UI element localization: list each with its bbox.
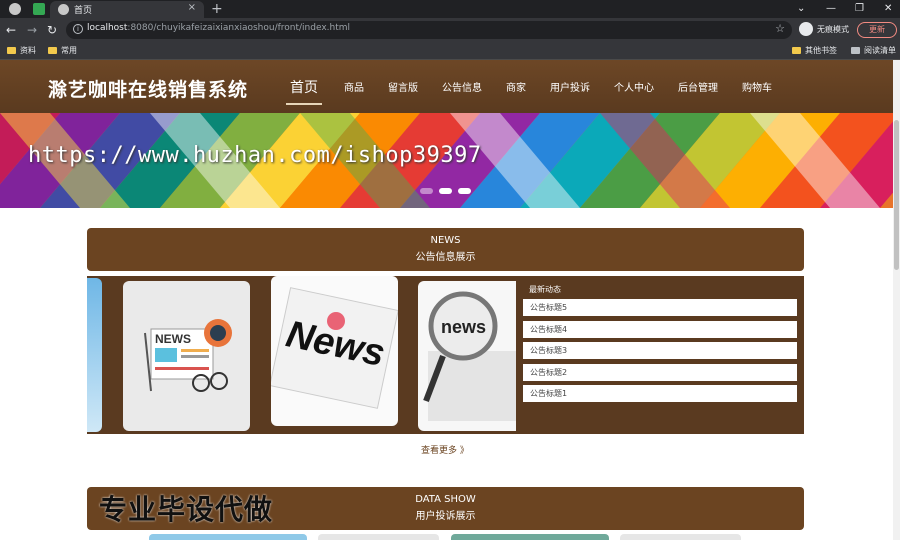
url-path: :8080/chuyikafeizaixianxiaoshou/front/in… [127,23,351,33]
nav-item-messages[interactable]: 留言版 [376,79,430,94]
newspaper-icon: News [271,287,398,409]
sheets-tab-icon[interactable] [33,3,45,15]
restore-button[interactable]: ❐ [855,0,864,18]
address-bar-row: ← → ↻ i localhost:8080/chuyikafeizaixian… [0,18,900,42]
reload-button[interactable]: ↻ [47,22,57,38]
news-card[interactable]: news [418,281,516,431]
site-info-icon[interactable]: i [73,24,83,34]
complaint-card[interactable] [620,534,741,540]
nav-item-merchants[interactable]: 商家 [494,79,538,94]
latest-news-title: 最新动态 [529,285,561,294]
reading-list-icon [851,47,860,54]
carousel-dot[interactable] [458,188,471,194]
news-section-header: NEWS 公告信息展示 [87,228,804,271]
folder-icon [7,47,16,54]
section-title-cn: 公告信息展示 [415,252,476,263]
tab-title: 首页 [74,6,93,16]
banner-watermark: https://www.huzhan.com/ishop39397 [28,143,482,168]
site-logo[interactable]: 滁艺咖啡在线销售系统 [48,75,248,102]
bookmark-folder-1[interactable]: 资料 [7,45,36,57]
bookmark-label: 资料 [20,46,36,55]
site-header: 滁艺咖啡在线销售系统 首页 商品 留言版 公告信息 商家 用户投诉 个人中心 后… [0,60,893,113]
card-caption: news [441,317,486,337]
nav-item-admin[interactable]: 后台管理 [666,79,730,94]
latest-news-item[interactable]: 公告标题5 [523,299,797,316]
latest-news-item[interactable]: 公告标题1 [523,385,797,402]
bookmark-label: 其他书签 [805,46,837,55]
bookmark-folder-2[interactable]: 常用 [48,45,77,57]
main-nav: 首页 商品 留言版 公告信息 商家 用户投诉 个人中心 后台管理 购物车 [276,60,784,113]
url-host: localhost [87,23,128,33]
active-tab[interactable]: 首页 × [50,1,204,18]
latest-news-item[interactable]: 公告标题4 [523,320,797,338]
nav-item-cart[interactable]: 购物车 [730,79,784,94]
page-viewport: 滁艺咖啡在线销售系统 首页 商品 留言版 公告信息 商家 用户投诉 个人中心 后… [0,60,893,540]
hero-banner[interactable]: https://www.huzhan.com/ishop39397 [0,113,893,208]
carousel-dot[interactable] [439,188,452,194]
minimize-button[interactable]: — [826,0,836,18]
back-button[interactable]: ← [6,22,16,38]
globe-icon[interactable] [9,3,21,15]
new-tab-button[interactable]: + [211,0,223,18]
news-illustration-icon: NEWS [144,319,232,392]
browser-tab-bar: 首页 × + ⌄ — ❐ ✕ [0,0,900,18]
update-button[interactable]: 更新 [857,22,897,38]
view-more-link[interactable]: 查看更多 》 [421,443,469,456]
globe-icon [58,4,69,15]
bookmark-label: 阅读清单 [864,46,896,55]
bookmarks-bar: 资料 常用 其他书签 阅读清单 [0,42,900,60]
latest-news-item[interactable]: 公告标题2 [523,363,797,381]
news-card[interactable]: News [271,276,398,426]
folder-icon [48,47,57,54]
close-window-button[interactable]: ✕ [884,0,892,18]
forward-button[interactable]: → [27,22,37,38]
nav-item-home[interactable]: 首页 [276,77,332,105]
reading-list[interactable]: 阅读清单 [851,45,896,57]
incognito-icon[interactable] [799,22,813,36]
news-carousel: NEWS News news 最新动态 公告标题5 公告标题4 公告标题3 公告… [87,276,804,434]
card-caption: NEWS [155,332,191,346]
latest-news-panel: 最新动态 公告标题5 公告标题4 公告标题3 公告标题2 公告标题1 [523,284,797,407]
incognito-label: 无痕模式 [817,25,849,34]
url-input[interactable]: i localhost:8080/chuyikafeizaixianxiaosh… [66,21,792,39]
scrollbar-thumb[interactable] [894,120,899,270]
bookmark-star-icon[interactable]: ☆ [775,22,785,35]
section-title-en: NEWS [430,235,461,246]
page-scrollbar[interactable] [893,60,900,540]
news-card-partial[interactable] [87,278,102,432]
carousel-dot[interactable] [420,188,433,194]
nav-item-products[interactable]: 商品 [332,79,376,94]
nav-item-complaints[interactable]: 用户投诉 [538,79,602,94]
other-bookmarks[interactable]: 其他书签 [792,45,837,57]
folder-icon [792,47,801,54]
complaint-card[interactable] [318,534,439,540]
bookmark-label: 常用 [61,46,77,55]
magnifier-news-icon: news [423,291,516,421]
tab-search-icon[interactable]: ⌄ [797,0,805,18]
nav-item-announcements[interactable]: 公告信息 [430,79,494,94]
latest-news-item[interactable]: 公告标题3 [523,342,797,359]
promo-overlay-text: 专业毕设代做 [99,493,274,526]
carousel-dots [420,188,471,194]
news-card[interactable]: NEWS [123,281,250,431]
complaint-card[interactable] [451,534,609,540]
nav-item-profile[interactable]: 个人中心 [602,79,666,94]
tab-close-icon[interactable]: × [188,2,196,13]
complaint-card[interactable] [149,534,307,540]
url-text: localhost:8080/chuyikafeizaixianxiaoshou… [87,23,350,33]
